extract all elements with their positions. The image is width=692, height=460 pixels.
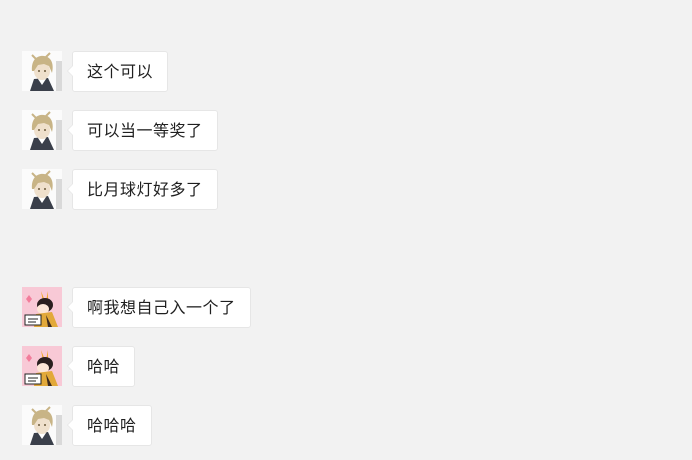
message-bubble[interactable]: 比月球灯好多了 [67,169,218,210]
message-bubble[interactable]: 这个可以 [66,51,169,92]
message-bubble[interactable]: 可以当一等奖了 [67,110,218,151]
avatar-blonde-boy[interactable] [22,110,62,150]
avatar-blonde-boy[interactable] [22,405,62,445]
avatar-cartoon-girl[interactable] [22,346,62,386]
avatar-cartoon-girl[interactable] [22,287,62,327]
message-bubble[interactable]: 哈哈 [66,346,136,387]
message-bubble[interactable]: 哈哈哈 [67,405,152,446]
chat-message-list: 这个可以 可以当一等奖了 比月球灯好多了 啊我想自己入一个了 哈哈 哈哈哈 [0,0,692,460]
message-bubble[interactable]: 啊我想自己入一个了 [67,287,251,328]
avatar-blonde-boy[interactable] [22,169,62,209]
avatar-blonde-boy[interactable] [22,51,62,91]
